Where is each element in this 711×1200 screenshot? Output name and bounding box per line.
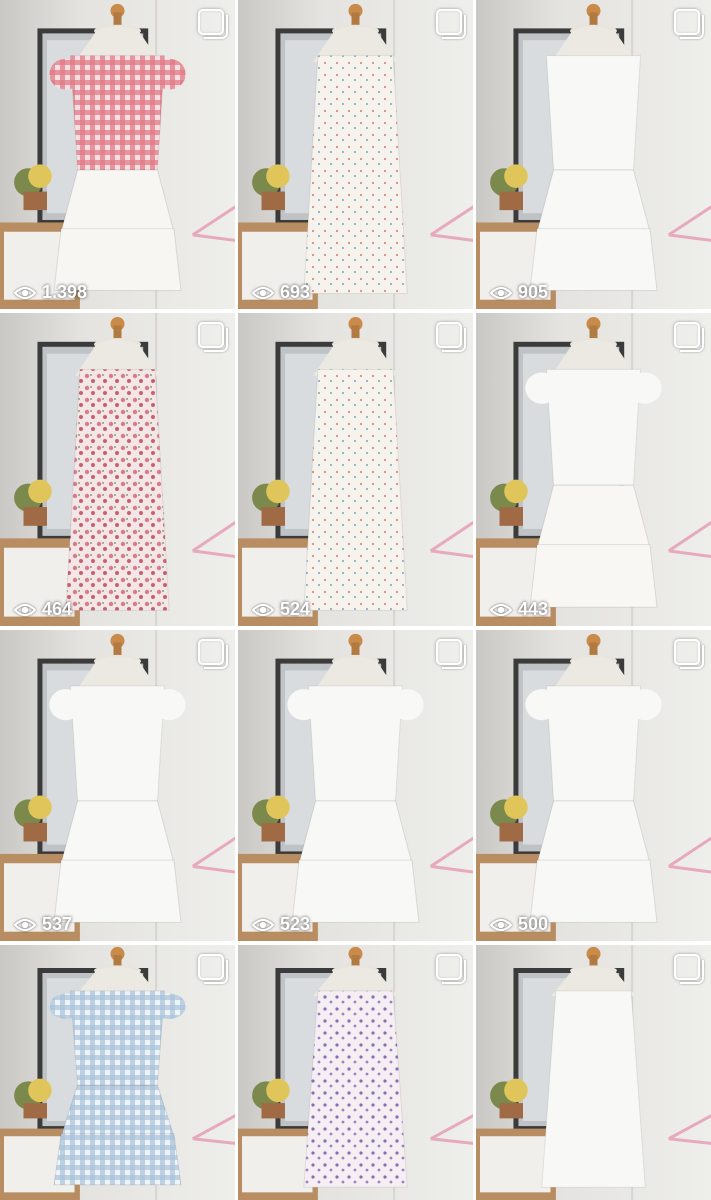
outfit-photo bbox=[476, 313, 711, 626]
outfit-photo bbox=[238, 630, 473, 941]
grid-item[interactable]: 464 bbox=[0, 313, 235, 626]
grid-item[interactable] bbox=[476, 945, 711, 1200]
view-count-label: 443 bbox=[518, 599, 549, 619]
grid-item[interactable] bbox=[0, 945, 235, 1200]
multi-select-icon[interactable] bbox=[674, 954, 700, 980]
eye-icon bbox=[490, 603, 512, 616]
outfit-photo bbox=[238, 945, 473, 1200]
multi-select-icon[interactable] bbox=[198, 9, 224, 35]
grid-item[interactable]: 500 bbox=[476, 630, 711, 941]
eye-icon bbox=[252, 918, 274, 931]
outfit-photo bbox=[476, 945, 711, 1200]
grid-item[interactable] bbox=[238, 945, 473, 1200]
outfit-photo bbox=[0, 0, 235, 309]
multi-select-icon[interactable] bbox=[436, 639, 462, 665]
view-count: 500 bbox=[490, 914, 548, 935]
view-count: 523 bbox=[252, 914, 310, 935]
eye-icon bbox=[252, 603, 274, 616]
grid-item[interactable]: 523 bbox=[238, 630, 473, 941]
view-count-label: 464 bbox=[42, 599, 73, 619]
media-grid: 1.398 693 905 464 524 443 537 523 500 bbox=[0, 0, 711, 1200]
outfit-photo bbox=[476, 0, 711, 309]
outfit-photo bbox=[238, 313, 473, 626]
view-count: 524 bbox=[252, 599, 310, 620]
multi-select-icon[interactable] bbox=[198, 639, 224, 665]
view-count: 464 bbox=[14, 599, 72, 620]
view-count-label: 523 bbox=[280, 914, 311, 934]
multi-select-icon[interactable] bbox=[674, 639, 700, 665]
view-count-label: 500 bbox=[518, 914, 549, 934]
view-count: 1.398 bbox=[14, 282, 87, 303]
grid-item[interactable]: 443 bbox=[476, 313, 711, 626]
multi-select-icon[interactable] bbox=[436, 954, 462, 980]
grid-item[interactable]: 537 bbox=[0, 630, 235, 941]
multi-select-icon[interactable] bbox=[436, 322, 462, 348]
multi-select-icon[interactable] bbox=[198, 322, 224, 348]
outfit-photo bbox=[0, 945, 235, 1200]
multi-select-icon[interactable] bbox=[198, 954, 224, 980]
view-count: 905 bbox=[490, 282, 548, 303]
multi-select-icon[interactable] bbox=[436, 9, 462, 35]
grid-item[interactable]: 693 bbox=[238, 0, 473, 309]
eye-icon bbox=[14, 918, 36, 931]
grid-item[interactable]: 524 bbox=[238, 313, 473, 626]
view-count-label: 693 bbox=[280, 282, 311, 302]
eye-icon bbox=[490, 918, 512, 931]
outfit-photo bbox=[238, 0, 473, 309]
view-count: 443 bbox=[490, 599, 548, 620]
view-count-label: 524 bbox=[280, 599, 311, 619]
outfit-photo bbox=[476, 630, 711, 941]
view-count: 537 bbox=[14, 914, 72, 935]
eye-icon bbox=[14, 286, 36, 299]
grid-item[interactable]: 905 bbox=[476, 0, 711, 309]
outfit-photo bbox=[0, 630, 235, 941]
multi-select-icon[interactable] bbox=[674, 322, 700, 348]
eye-icon bbox=[14, 603, 36, 616]
outfit-photo bbox=[0, 313, 235, 626]
view-count: 693 bbox=[252, 282, 310, 303]
eye-icon bbox=[490, 286, 512, 299]
view-count-label: 1.398 bbox=[42, 282, 88, 302]
multi-select-icon[interactable] bbox=[674, 9, 700, 35]
view-count-label: 537 bbox=[42, 914, 73, 934]
grid-item[interactable]: 1.398 bbox=[0, 0, 235, 309]
view-count-label: 905 bbox=[518, 282, 549, 302]
eye-icon bbox=[252, 286, 274, 299]
